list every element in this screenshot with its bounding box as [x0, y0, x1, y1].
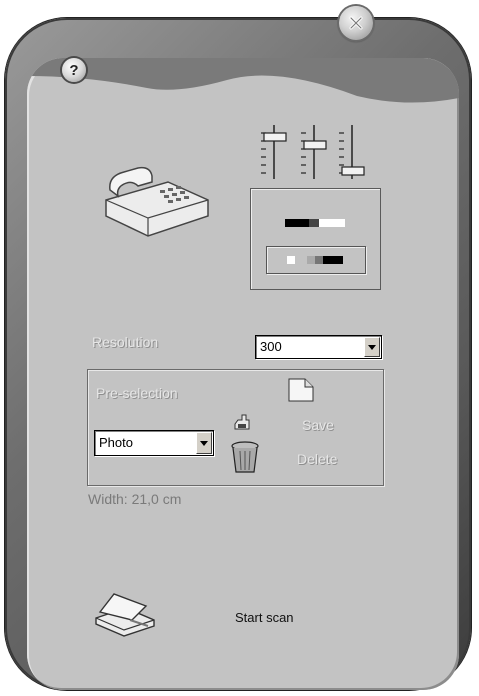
trash-icon[interactable] — [230, 440, 260, 474]
save-button[interactable]: Save — [302, 417, 334, 433]
resolution-select[interactable]: 300 — [255, 335, 382, 359]
save-icon[interactable] — [232, 412, 252, 432]
contrast-bar — [285, 219, 345, 227]
delete-button[interactable]: Delete — [297, 451, 337, 467]
close-button[interactable] — [339, 6, 373, 40]
help-icon: ? — [69, 61, 79, 79]
resolution-label: Resolution — [92, 334, 159, 350]
close-icon — [349, 16, 363, 30]
new-document-icon[interactable] — [287, 377, 315, 403]
preselection-value: Photo — [99, 435, 133, 450]
brightness-bar — [287, 256, 343, 264]
brightness-box — [266, 246, 366, 274]
scanner-icon[interactable] — [90, 590, 160, 638]
chevron-down-icon[interactable] — [196, 432, 212, 454]
adjustment-sliders-icon[interactable] — [256, 123, 371, 183]
image-preview-box — [250, 188, 381, 290]
fax-icon — [105, 166, 209, 237]
panel-top-curve — [27, 58, 459, 103]
preselection-select[interactable]: Photo — [94, 430, 214, 456]
help-button[interactable]: ? — [62, 58, 86, 82]
preselection-label: Pre-selection — [96, 385, 178, 401]
width-readout: Width: 21,0 cm — [88, 491, 182, 507]
resolution-value: 300 — [260, 339, 282, 354]
start-scan-button[interactable]: Start scan — [235, 610, 294, 625]
chevron-down-icon[interactable] — [364, 337, 380, 357]
